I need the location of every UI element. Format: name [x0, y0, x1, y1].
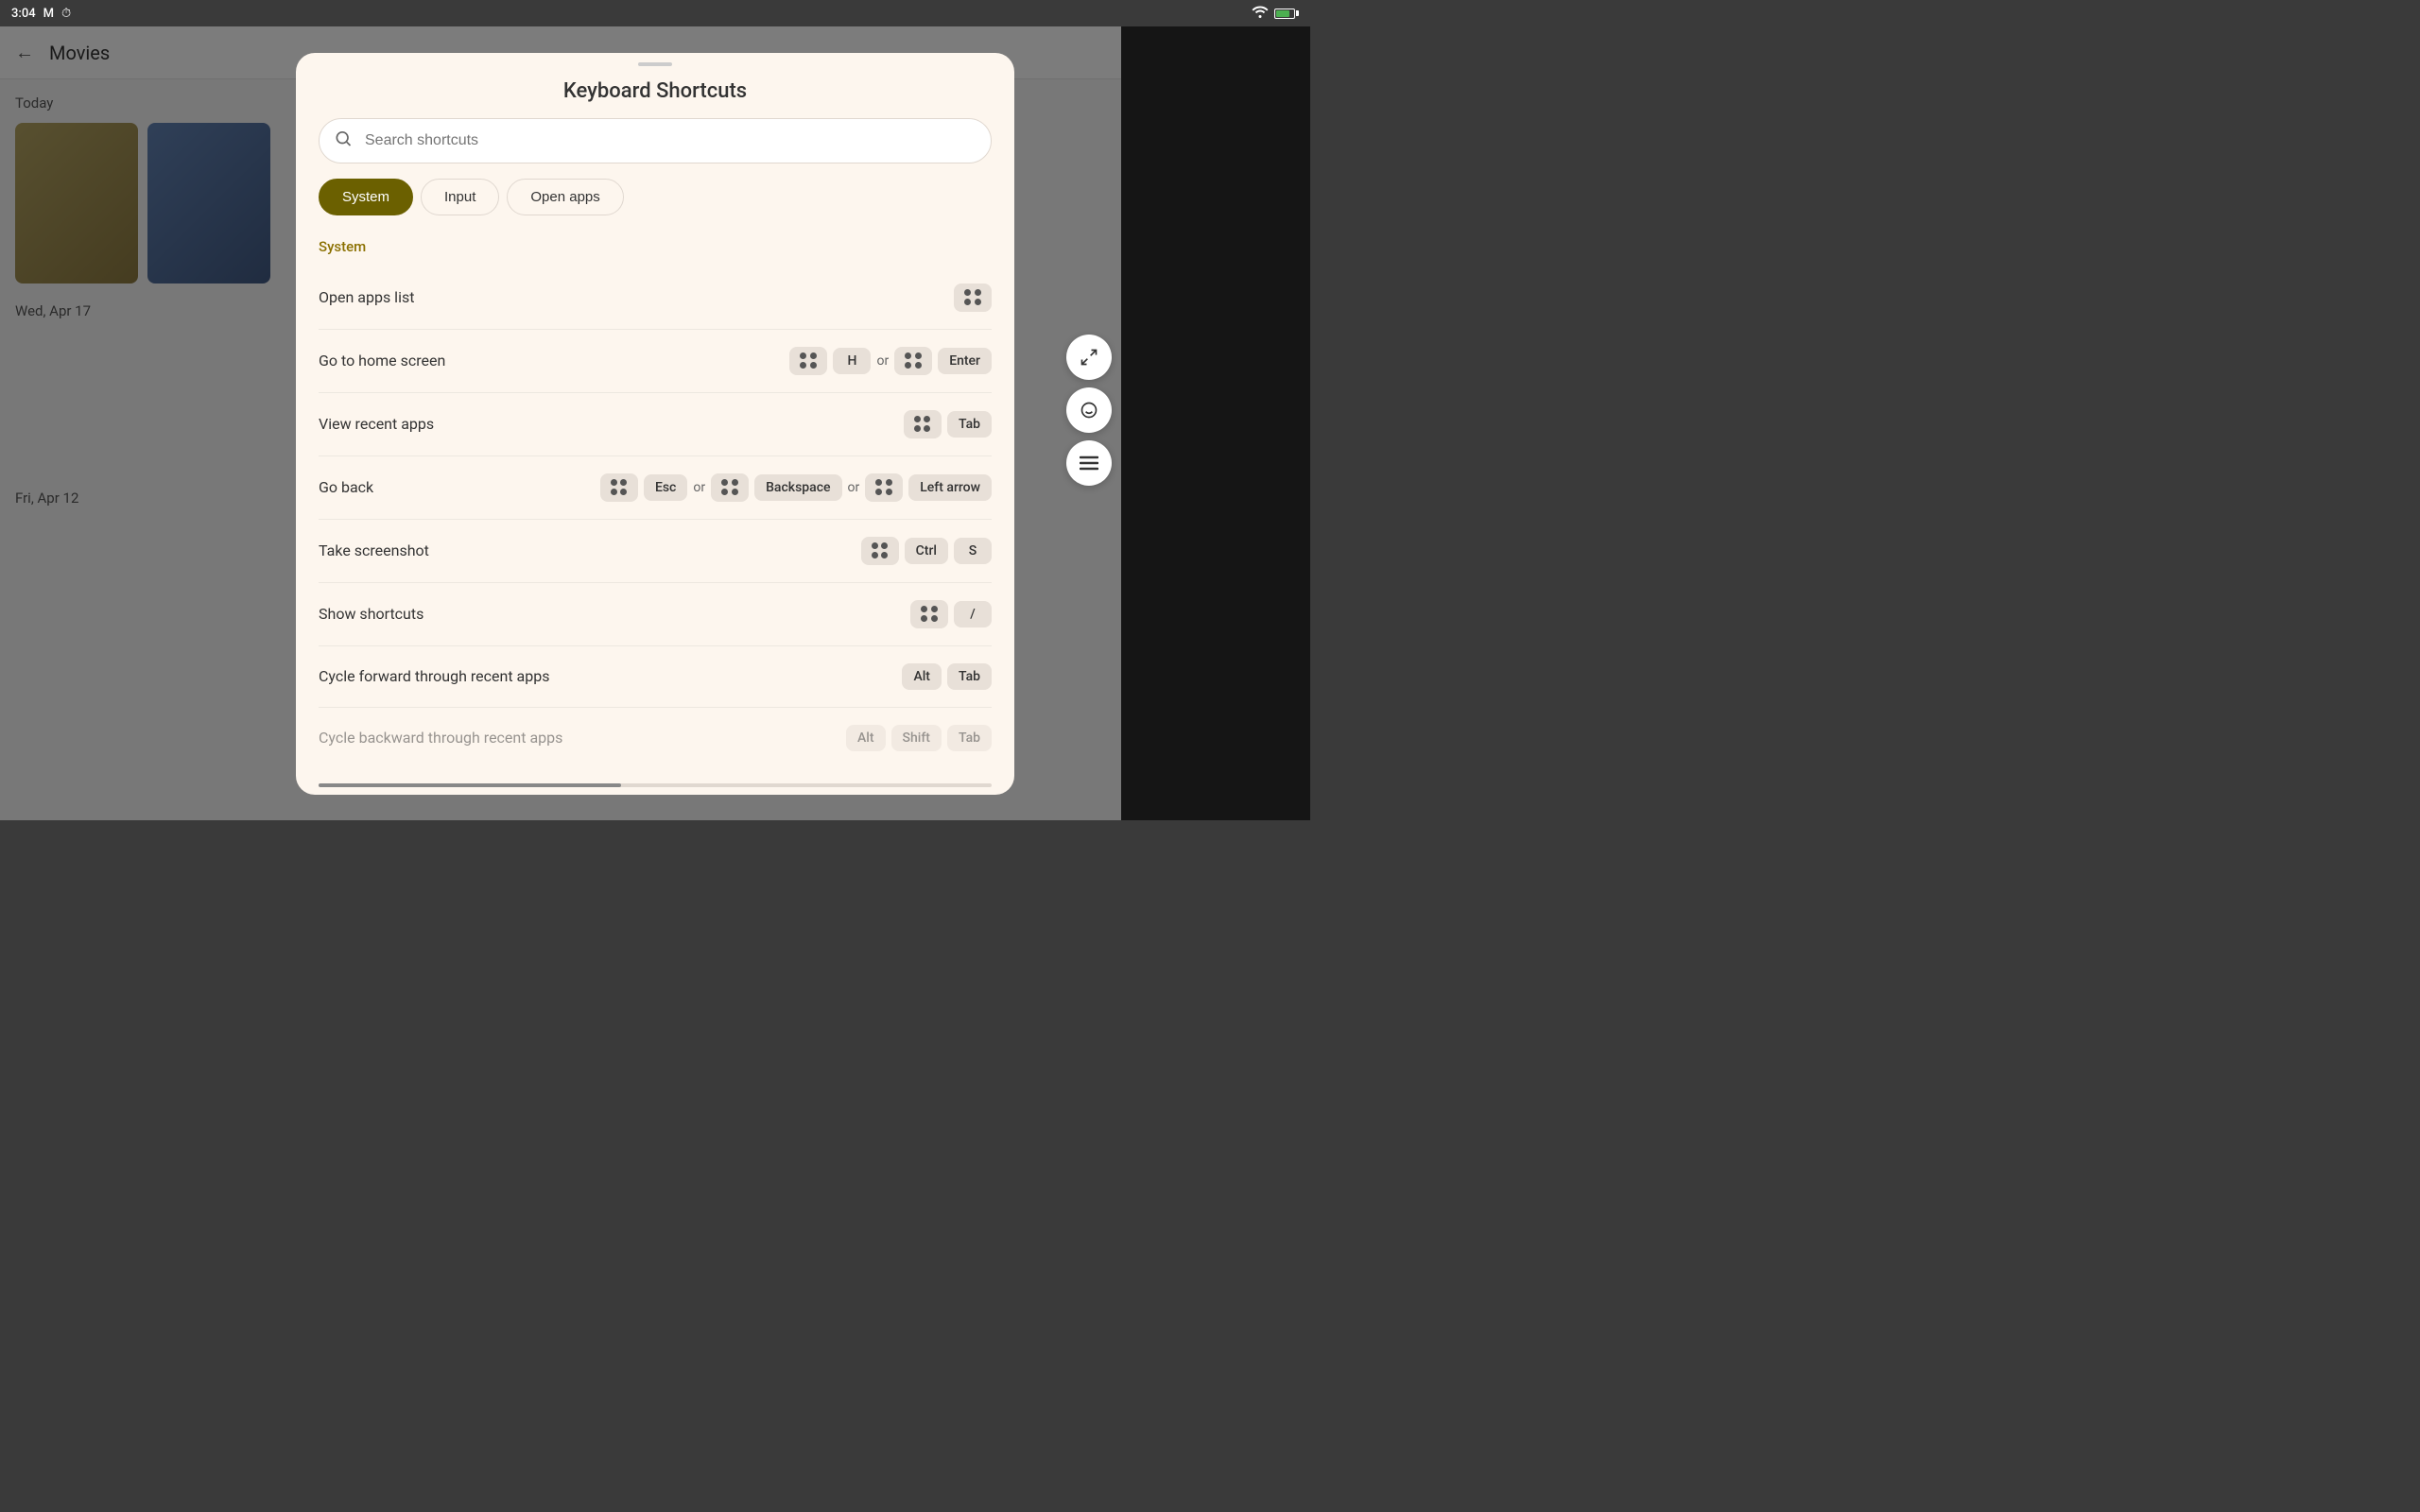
battery-icon [1274, 9, 1299, 19]
shortcut-keys: Alt Tab [902, 663, 992, 690]
modal-tabs: System Input Open apps [296, 179, 1014, 231]
key-dots [600, 473, 638, 502]
key-enter: Enter [938, 348, 992, 374]
key-dots [865, 473, 903, 502]
fab-container [1066, 335, 1112, 486]
scroll-thumb [319, 783, 621, 787]
key-dots [789, 347, 827, 375]
status-time: 3:04 [11, 7, 36, 21]
modal-overlay: Keyboard Shortcuts System Input Open app… [0, 26, 1310, 820]
menu-fab[interactable] [1066, 440, 1112, 486]
section-label-system: System [319, 231, 992, 266]
scroll-indicator [319, 783, 992, 787]
search-container [319, 118, 992, 163]
key-shift: Shift [891, 725, 942, 751]
key-dots [894, 347, 932, 375]
key-s: S [954, 538, 992, 564]
search-icon [334, 129, 353, 152]
shortcut-show-shortcuts: Show shortcuts / [319, 583, 992, 646]
shortcut-go-back: Go back Esc or [319, 456, 992, 520]
status-bar: 3:04 M ⏱ [0, 0, 1310, 26]
key-ctrl: Ctrl [905, 538, 948, 564]
shortcut-label: View recent apps [319, 415, 434, 433]
or-text: or [848, 480, 860, 495]
shortcut-label: Cycle backward through recent apps [319, 729, 562, 747]
search-input[interactable] [319, 118, 992, 163]
key-dots [910, 600, 948, 628]
shortcut-label: Show shortcuts [319, 605, 424, 623]
tab-open-apps[interactable]: Open apps [507, 179, 623, 215]
key-dots [711, 473, 749, 502]
shortcut-take-screenshot: Take screenshot Ctrl S [319, 520, 992, 583]
alarm-icon: ⏱ [61, 7, 71, 21]
shortcut-keys: Alt Shift Tab [846, 725, 992, 751]
shortcut-cycle-forward: Cycle forward through recent apps Alt Ta… [319, 646, 992, 708]
gmail-icon: M [43, 7, 54, 21]
or-text: or [693, 480, 705, 495]
drag-handle[interactable] [638, 62, 672, 66]
key-alt: Alt [846, 725, 886, 751]
key-tab: Tab [947, 663, 992, 690]
key-dots [861, 537, 899, 565]
shortcut-keys: Tab [904, 410, 992, 438]
expand-fab[interactable] [1066, 335, 1112, 380]
shortcut-go-home: Go to home screen H or [319, 330, 992, 393]
shortcut-label: Go to home screen [319, 352, 445, 369]
key-alt: Alt [902, 663, 942, 690]
status-bar-right [1252, 5, 1299, 22]
shortcut-keys: / [910, 600, 992, 628]
key-esc: Esc [644, 474, 687, 501]
shortcut-view-recent: View recent apps Tab [319, 393, 992, 456]
modal-body: System Open apps list Go to home screen [296, 231, 1014, 783]
key-left-arrow: Left arrow [908, 474, 992, 501]
shortcut-keys [954, 284, 992, 312]
shortcut-keys: Esc or Backspace or [600, 473, 992, 502]
key-dots [954, 284, 992, 312]
key-dots [904, 410, 942, 438]
emoji-fab[interactable] [1066, 387, 1112, 433]
shortcut-label: Open apps list [319, 288, 414, 306]
modal-title: Keyboard Shortcuts [296, 72, 1014, 118]
shortcut-label: Take screenshot [319, 541, 429, 559]
shortcut-keys: Ctrl S [861, 537, 992, 565]
shortcut-open-apps-list: Open apps list [319, 266, 992, 330]
key-h: H [833, 348, 871, 374]
shortcut-label: Cycle forward through recent apps [319, 667, 549, 685]
key-tab: Tab [947, 411, 992, 438]
key-backspace: Backspace [754, 474, 841, 501]
shortcut-keys: H or Enter [789, 347, 992, 375]
key-slash: / [954, 601, 992, 627]
key-tab: Tab [947, 725, 992, 751]
tab-input[interactable]: Input [421, 179, 499, 215]
keyboard-shortcuts-modal: Keyboard Shortcuts System Input Open app… [296, 53, 1014, 795]
tab-system[interactable]: System [319, 179, 413, 215]
wifi-icon [1252, 5, 1269, 22]
shortcut-label: Go back [319, 478, 373, 496]
or-text: or [876, 353, 889, 369]
shortcut-cycle-backward: Cycle backward through recent apps Alt S… [319, 708, 992, 768]
status-bar-left: 3:04 M ⏱ [11, 7, 71, 21]
